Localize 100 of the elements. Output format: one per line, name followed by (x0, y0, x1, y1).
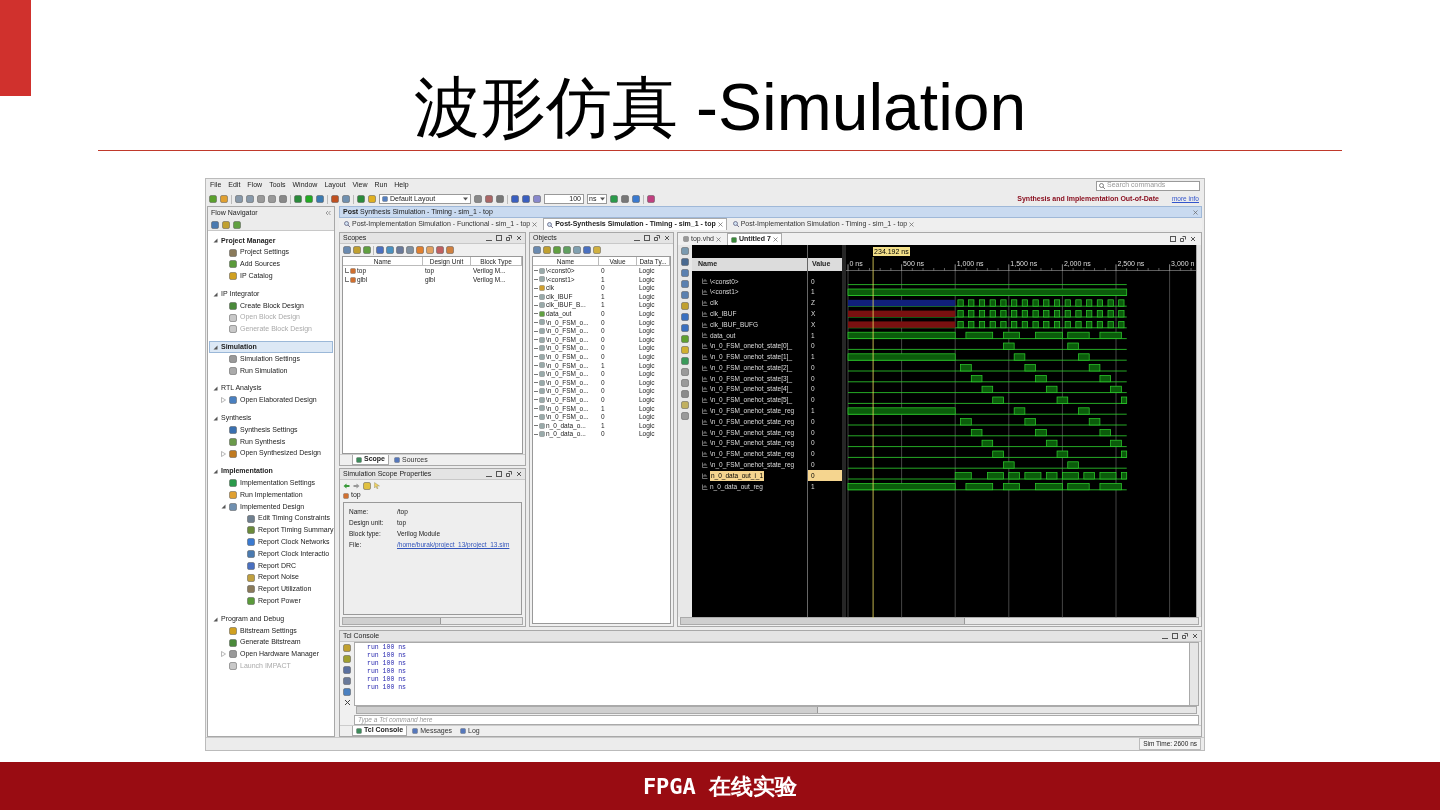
square-icon[interactable] (621, 195, 629, 203)
restore-icon[interactable] (506, 235, 512, 241)
square-icon[interactable] (553, 246, 561, 254)
square-icon[interactable] (446, 246, 454, 254)
square-icon[interactable] (316, 195, 324, 203)
square-icon[interactable] (246, 195, 254, 203)
square-icon[interactable] (681, 401, 689, 409)
square-icon[interactable] (511, 195, 519, 203)
maximize-icon[interactable] (1170, 236, 1176, 242)
square-icon[interactable] (376, 246, 384, 254)
cursor-line[interactable] (872, 256, 874, 618)
square-icon[interactable] (343, 666, 351, 674)
collapsed-triangle-icon[interactable] (221, 397, 226, 404)
horizontal-scrollbar[interactable] (342, 617, 523, 625)
magnifier-icon (344, 221, 350, 227)
square-icon[interactable] (343, 644, 351, 652)
square-icon[interactable] (522, 195, 530, 203)
square-icon[interactable] (681, 258, 689, 266)
square-icon[interactable] (211, 220, 219, 229)
square-icon[interactable] (583, 246, 591, 254)
square-icon[interactable] (268, 195, 276, 203)
close-icon[interactable] (516, 471, 522, 477)
close-icon[interactable] (516, 235, 522, 241)
close-icon[interactable] (1190, 236, 1196, 242)
close-icon[interactable] (664, 235, 670, 241)
square-icon[interactable] (406, 246, 414, 254)
collapsed-triangle-icon[interactable] (221, 651, 226, 658)
square-icon[interactable] (681, 313, 689, 321)
horizontal-scrollbar[interactable] (356, 706, 1197, 714)
square-icon[interactable] (436, 246, 444, 254)
square-icon[interactable] (279, 195, 287, 203)
square-icon[interactable] (573, 246, 581, 254)
square-icon[interactable] (426, 246, 434, 254)
square-icon[interactable] (647, 195, 655, 203)
square-icon[interactable] (474, 195, 482, 203)
square-icon[interactable] (209, 195, 217, 203)
vertical-scrollbar[interactable] (1196, 245, 1201, 617)
expanded-triangle-icon (221, 504, 226, 510)
horizontal-scrollbar[interactable] (680, 617, 1199, 625)
square-icon (247, 514, 255, 523)
maximize-icon[interactable] (644, 235, 650, 241)
square-icon[interactable] (681, 324, 689, 332)
square-icon[interactable] (681, 302, 689, 310)
square-icon[interactable] (681, 346, 689, 354)
vertical-scrollbar[interactable] (1189, 643, 1198, 705)
square-icon[interactable] (681, 412, 689, 420)
square-icon[interactable] (294, 195, 302, 203)
square-icon[interactable] (343, 688, 351, 696)
square-icon[interactable] (257, 195, 265, 203)
square-icon[interactable] (681, 368, 689, 376)
square-icon[interactable] (357, 195, 365, 203)
square-icon[interactable] (343, 246, 351, 254)
collapsed-triangle-icon[interactable] (221, 450, 226, 457)
square-icon[interactable] (563, 246, 571, 254)
maximize-icon[interactable] (496, 235, 502, 241)
square-icon[interactable] (543, 246, 551, 254)
square-icon[interactable] (343, 677, 351, 685)
square-icon[interactable] (235, 195, 243, 203)
square-icon[interactable] (681, 379, 689, 387)
square-icon[interactable] (353, 246, 361, 254)
back-arrow-icon[interactable] (343, 482, 350, 489)
square-icon[interactable] (220, 195, 228, 203)
square-icon[interactable] (368, 195, 376, 203)
pointer-icon[interactable] (374, 482, 380, 489)
square-icon[interactable] (610, 195, 618, 203)
square-icon[interactable] (363, 246, 371, 254)
square-icon[interactable] (533, 246, 541, 254)
square-icon[interactable] (681, 269, 689, 277)
square-icon[interactable] (363, 481, 371, 490)
restore-icon[interactable] (654, 235, 660, 241)
square-icon[interactable] (386, 246, 394, 254)
restore-icon[interactable] (1182, 633, 1188, 639)
square-icon[interactable] (496, 195, 504, 203)
forward-arrow-icon[interactable] (353, 482, 360, 489)
square-icon[interactable] (416, 246, 424, 254)
square-icon[interactable] (343, 655, 351, 663)
collapse-chevron-icon[interactable] (325, 210, 331, 216)
square-icon[interactable] (233, 220, 241, 229)
square-icon[interactable] (305, 195, 313, 203)
square-icon[interactable] (331, 195, 339, 203)
square-icon[interactable] (593, 246, 601, 254)
expanded-triangle-icon (213, 344, 218, 350)
square-icon[interactable] (681, 247, 689, 255)
square-icon[interactable] (396, 246, 404, 254)
square-icon[interactable] (222, 220, 230, 229)
close-icon[interactable] (343, 699, 351, 706)
maximize-icon[interactable] (1172, 633, 1178, 639)
square-icon[interactable] (342, 195, 350, 203)
restore-icon[interactable] (506, 471, 512, 477)
square-icon[interactable] (681, 390, 689, 398)
square-icon[interactable] (681, 357, 689, 365)
maximize-icon[interactable] (496, 471, 502, 477)
square-icon[interactable] (632, 195, 640, 203)
square-icon[interactable] (681, 280, 689, 288)
square-icon[interactable] (681, 291, 689, 299)
restore-icon[interactable] (1180, 236, 1186, 242)
square-icon[interactable] (533, 195, 541, 203)
square-icon[interactable] (485, 195, 493, 203)
square-icon[interactable] (681, 335, 689, 343)
close-icon[interactable] (1192, 633, 1198, 639)
